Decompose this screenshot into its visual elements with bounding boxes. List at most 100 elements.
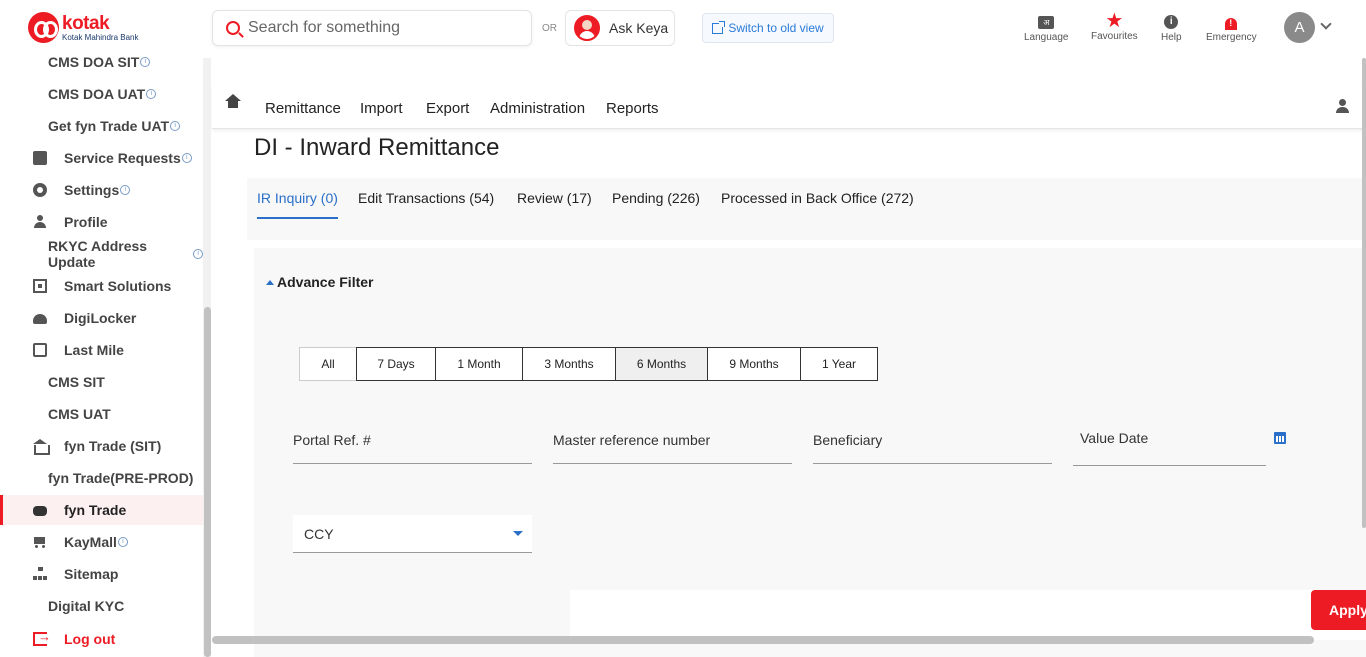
caret-up-icon — [266, 279, 274, 285]
cart-icon — [33, 535, 47, 549]
value-date-label: Value Date — [1080, 430, 1149, 446]
caret-down-icon — [513, 531, 523, 536]
sidebar-item-kaymall[interactable]: KayMall i — [0, 527, 203, 557]
nav-administration[interactable]: Administration — [490, 100, 585, 117]
calendar-icon[interactable] — [1274, 432, 1286, 444]
help-button[interactable]: i Help — [1161, 12, 1182, 43]
emergency-siren-icon — [1222, 15, 1240, 30]
tab-review[interactable]: Review (17) — [517, 190, 592, 217]
nav-reports[interactable]: Reports — [606, 100, 659, 117]
nav-import[interactable]: Import — [360, 100, 403, 117]
sidebar-item-last-mile[interactable]: Last Mile — [0, 335, 203, 365]
emergency-button[interactable]: Emergency — [1206, 12, 1257, 43]
sidebar-item-sitemap[interactable]: Sitemap — [0, 559, 203, 589]
sidebar-item-fyn-trade-sit[interactable]: fyn Trade (SIT) — [0, 431, 203, 461]
period-1-month[interactable]: 1 Month — [435, 347, 523, 381]
nav-export[interactable]: Export — [426, 100, 469, 117]
bank-icon — [33, 439, 50, 455]
ask-keya-button[interactable]: Ask Keya — [565, 10, 675, 46]
logout-icon — [33, 629, 51, 646]
search-input[interactable] — [248, 19, 518, 37]
period-all[interactable]: All — [299, 347, 357, 381]
gear-icon — [33, 183, 47, 197]
sidebar-item-rkyc-address-update[interactable]: RKYC Address Update i — [0, 238, 203, 270]
sitemap-icon — [33, 567, 47, 581]
portal-ref-label: Portal Ref. # — [293, 432, 371, 448]
sidebar-item-cms-doa-sit[interactable]: CMS DOA SIT i — [0, 47, 203, 77]
info-icon: i — [140, 57, 151, 67]
vertical-scrollbar[interactable] — [1362, 58, 1366, 528]
help-icon: i — [1164, 15, 1179, 29]
apply-button[interactable]: Apply — [1311, 590, 1366, 630]
ccy-select[interactable]: CCY — [293, 515, 532, 553]
tab-processed-back-office[interactable]: Processed in Back Office (272) — [721, 190, 914, 217]
tab-pending[interactable]: Pending (226) — [612, 190, 700, 217]
period-6-months[interactable]: 6 Months — [615, 347, 708, 381]
sidebar: CMS DOA SIT i CMS DOA UAT i Get fyn Trade … — [0, 54, 212, 657]
language-label: Language — [1024, 32, 1069, 43]
sidebar-item-fyn-trade-pre-prod[interactable]: fyn Trade(PRE-PROD) — [0, 463, 203, 493]
sidebar-item-cms-uat[interactable]: CMS UAT — [0, 399, 203, 429]
portal-ref-field[interactable]: Portal Ref. # — [293, 432, 532, 464]
favourites-button[interactable]: ★ Favourites — [1091, 11, 1138, 42]
sidebar-item-cms-doa-uat[interactable]: CMS DOA UAT i — [0, 79, 203, 109]
module-nav: Remittance Import Export Administration … — [212, 85, 1366, 129]
master-reference-label: Master reference number — [553, 432, 711, 448]
info-icon: i — [120, 185, 131, 195]
ask-keya-label: Ask Keya — [609, 20, 669, 36]
home-icon[interactable] — [225, 94, 241, 113]
search-icon — [226, 21, 240, 35]
favourites-label: Favourites — [1091, 31, 1138, 42]
tab-ir-inquiry[interactable]: IR Inquiry (0) — [257, 190, 338, 219]
horizontal-scrollbar[interactable] — [212, 636, 1314, 644]
nav-remittance[interactable]: Remittance — [265, 100, 341, 117]
sidebar-item-service-requests[interactable]: Service Requests i — [0, 143, 203, 173]
advance-filter-toggle[interactable]: Advance Filter — [266, 274, 373, 290]
sidebar-item-settings[interactable]: Settings i — [0, 175, 203, 205]
switch-old-view-label: Switch to old view — [728, 21, 824, 35]
period-3-months[interactable]: 3 Months — [522, 347, 616, 381]
value-date-field[interactable]: Value Date — [1073, 430, 1266, 466]
brand-subtitle: Kotak Mahindra Bank — [62, 32, 139, 42]
language-button[interactable]: अ Language — [1024, 12, 1069, 43]
sidebar-item-smart-solutions[interactable]: Smart Solutions — [0, 271, 203, 301]
sidebar-item-get-fyn-trade-uat[interactable]: Get fyn Trade UAT i — [0, 111, 203, 141]
star-icon: ★ — [1105, 10, 1124, 32]
smart-solutions-icon — [33, 279, 47, 293]
user-profile-icon[interactable] — [1336, 99, 1350, 113]
chevron-down-icon[interactable] — [1320, 18, 1332, 30]
handshake-icon — [33, 506, 47, 516]
language-icon: अ — [1038, 15, 1055, 29]
brand-name: kotak — [62, 12, 110, 34]
period-7-days[interactable]: 7 Days — [356, 347, 436, 381]
profile-icon — [33, 215, 47, 229]
kotak-logo-icon — [28, 12, 59, 43]
kotak-logo[interactable]: kotak Kotak Mahindra Bank — [28, 12, 139, 43]
help-label: Help — [1161, 32, 1182, 43]
info-icon: i — [117, 537, 128, 547]
sidebar-item-fyn-trade[interactable]: fyn Trade — [0, 495, 203, 525]
sidebar-item-digital-kyc[interactable]: Digital KYC — [0, 591, 203, 621]
info-icon: i — [146, 89, 157, 99]
sidebar-item-logout[interactable]: Log out — [0, 624, 203, 654]
main-content: Remittance Import Export Administration … — [212, 58, 1366, 657]
period-9-months[interactable]: 9 Months — [707, 347, 801, 381]
beneficiary-field[interactable]: Beneficiary — [813, 432, 1052, 464]
sidebar-item-profile[interactable]: Profile — [0, 207, 203, 237]
wallet-icon — [33, 343, 47, 357]
sidebar-item-cms-sit[interactable]: CMS SIT — [0, 367, 203, 397]
ccy-placeholder: CCY — [304, 526, 334, 542]
sidebar-item-digilocker[interactable]: DigiLocker — [0, 303, 203, 333]
top-header: kotak Kotak Mahindra Bank OR Ask Keya Sw… — [0, 0, 1366, 58]
service-requests-icon — [33, 151, 47, 165]
page-title: DI - Inward Remittance — [254, 134, 500, 161]
sidebar-scrollbar-thumb[interactable] — [204, 307, 211, 657]
switch-old-view-button[interactable]: Switch to old view — [702, 13, 834, 43]
user-avatar[interactable]: A — [1284, 12, 1315, 43]
master-reference-field[interactable]: Master reference number — [553, 432, 792, 464]
tab-edit-transactions[interactable]: Edit Transactions (54) — [358, 190, 494, 217]
search-box[interactable] — [212, 10, 532, 46]
keya-avatar-icon — [574, 15, 600, 41]
period-1-year[interactable]: 1 Year — [800, 347, 878, 381]
period-selector: All 7 Days 1 Month 3 Months 6 Months 9 M… — [299, 347, 878, 381]
